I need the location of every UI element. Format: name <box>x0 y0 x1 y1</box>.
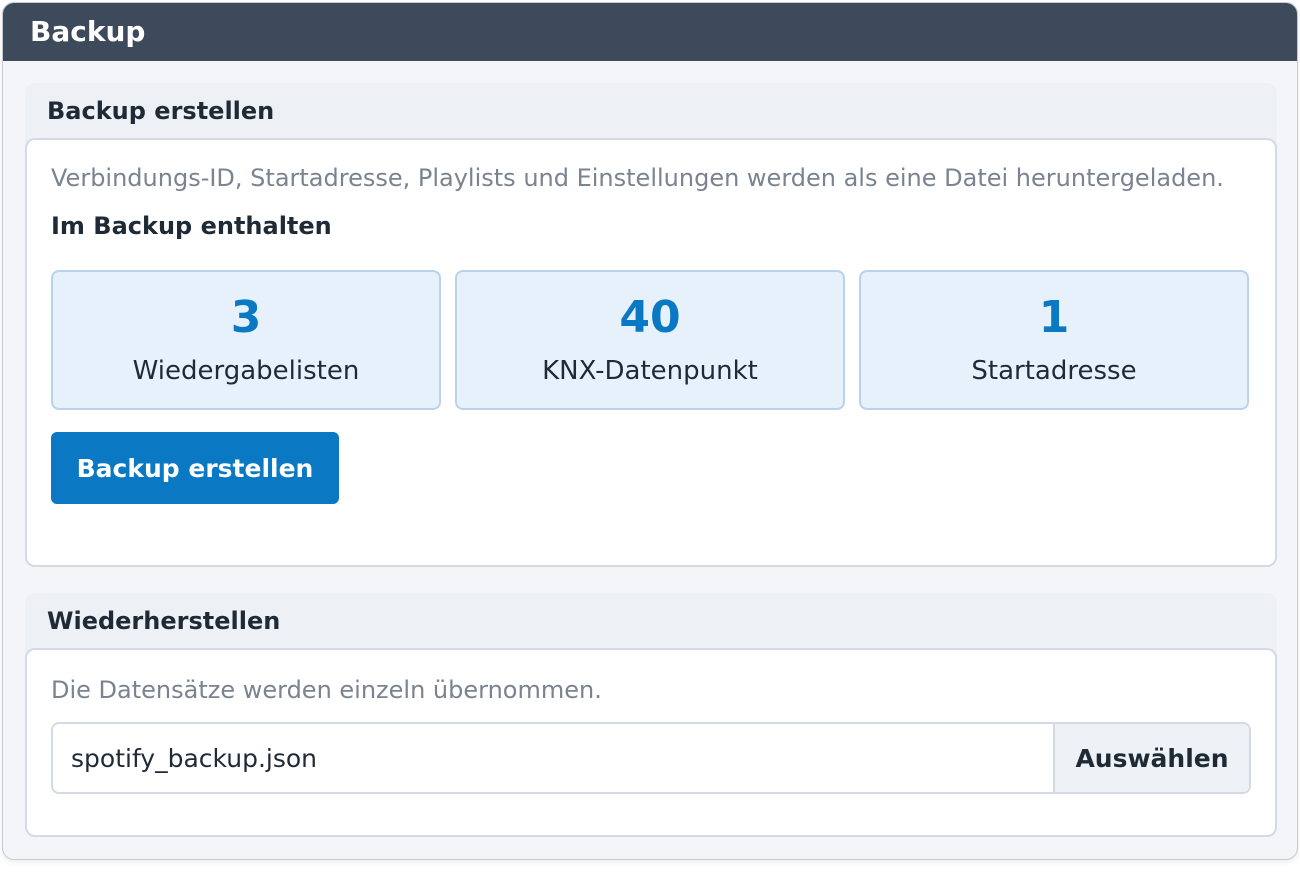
stat-label: Startadresse <box>971 356 1137 386</box>
stat-label: KNX-Datenpunkt <box>542 356 758 386</box>
create-backup-description: Verbindungs-ID, Startadresse, Playlists … <box>51 164 1224 192</box>
restore-body: Die Datensätze werden einzeln übernommen… <box>25 648 1277 837</box>
stat-value: 1 <box>1038 292 1070 343</box>
restore-section: Wiederherstellen Die Datensätze werden e… <box>25 593 1277 837</box>
restore-header: Wiederherstellen <box>47 607 281 635</box>
create-backup-header: Backup erstellen <box>47 97 275 125</box>
included-stats: 3 Wiedergabelisten 40 KNX-Datenpunkt 1 S… <box>51 270 1251 412</box>
stat-card-datapoints: 40 KNX-Datenpunkt <box>455 270 845 410</box>
create-backup-section: Backup erstellen Verbindungs-ID, Startad… <box>25 83 1277 567</box>
stat-value: 3 <box>230 292 262 343</box>
stat-label: Wiedergabelisten <box>132 356 360 386</box>
included-title: Im Backup enthalten <box>51 212 332 240</box>
file-name-field[interactable] <box>53 724 1053 792</box>
backup-window: Backup Backup erstellen Verbindungs-ID, … <box>2 2 1298 860</box>
create-backup-body: Verbindungs-ID, Startadresse, Playlists … <box>25 138 1277 567</box>
choose-file-button[interactable]: Auswählen <box>1053 724 1249 792</box>
file-picker: Auswählen <box>51 722 1251 794</box>
stat-value: 40 <box>619 292 681 343</box>
stat-card-startaddress: 1 Startadresse <box>859 270 1249 410</box>
create-backup-button[interactable]: Backup erstellen <box>51 432 339 504</box>
stat-card-playlists: 3 Wiedergabelisten <box>51 270 441 410</box>
window-title: Backup <box>3 3 1297 61</box>
restore-description: Die Datensätze werden einzeln übernommen… <box>51 676 602 704</box>
